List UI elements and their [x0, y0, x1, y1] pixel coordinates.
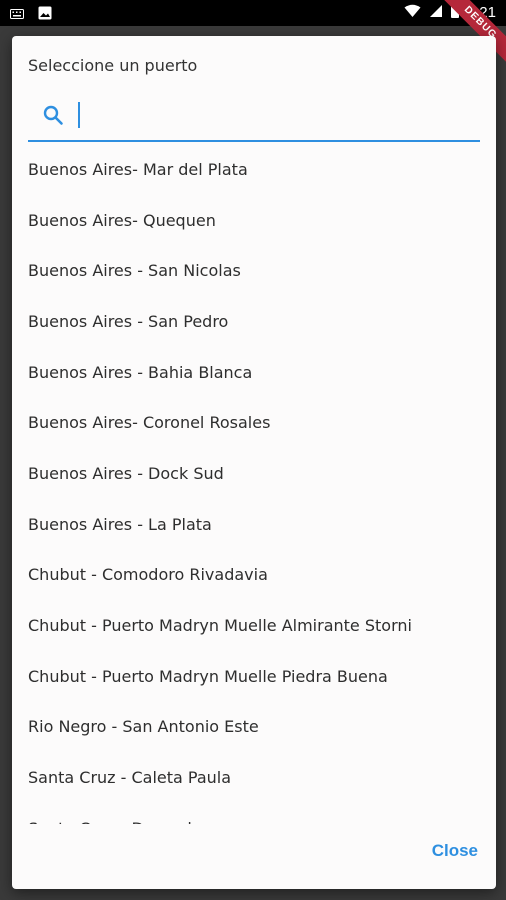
list-item[interactable]: Buenos Aires - San Pedro	[12, 296, 496, 347]
list-item[interactable]: Santa Cruz - Caleta Paula	[12, 752, 496, 803]
text-cursor	[78, 102, 80, 128]
list-item[interactable]: Buenos Aires - La Plata	[12, 499, 496, 550]
close-button[interactable]: Close	[432, 841, 478, 861]
dialog-title: Seleccione un puerto	[28, 56, 198, 75]
list-item[interactable]: Buenos Aires- Coronel Rosales	[12, 397, 496, 448]
list-item[interactable]: Chubut - Puerto Madryn Muelle Almirante …	[12, 600, 496, 651]
list-item[interactable]: Buenos Aires- Mar del Plata	[12, 144, 496, 195]
list-item[interactable]: Buenos Aires- Quequen	[12, 195, 496, 246]
search-input[interactable]	[28, 92, 480, 142]
search-icon	[42, 104, 64, 130]
status-bar-left	[10, 5, 52, 24]
list-item[interactable]: Buenos Aires - Dock Sud	[12, 448, 496, 499]
image-icon	[38, 5, 52, 24]
list-item[interactable]: Buenos Aires - San Nicolas	[12, 245, 496, 296]
keyboard-icon	[10, 5, 24, 24]
list-item[interactable]: Chubut - Puerto Madryn Muelle Piedra Bue…	[12, 651, 496, 702]
signal-icon	[429, 3, 443, 22]
wifi-icon	[404, 3, 421, 22]
port-selection-dialog: Seleccione un puerto Buenos Aires- Mar d…	[12, 36, 496, 889]
list-item[interactable]: Chubut - Comodoro Rivadavia	[12, 550, 496, 601]
status-bar: 1:21 DEBUG	[0, 0, 506, 72]
list-item[interactable]: Buenos Aires - Bahia Blanca	[12, 347, 496, 398]
list-item[interactable]: Rio Negro - San Antonio Este	[12, 702, 496, 753]
port-list[interactable]: Buenos Aires- Mar del Plata Buenos Aires-…	[12, 144, 496, 824]
list-item[interactable]: Santa Cruz - Deseado	[12, 803, 496, 824]
